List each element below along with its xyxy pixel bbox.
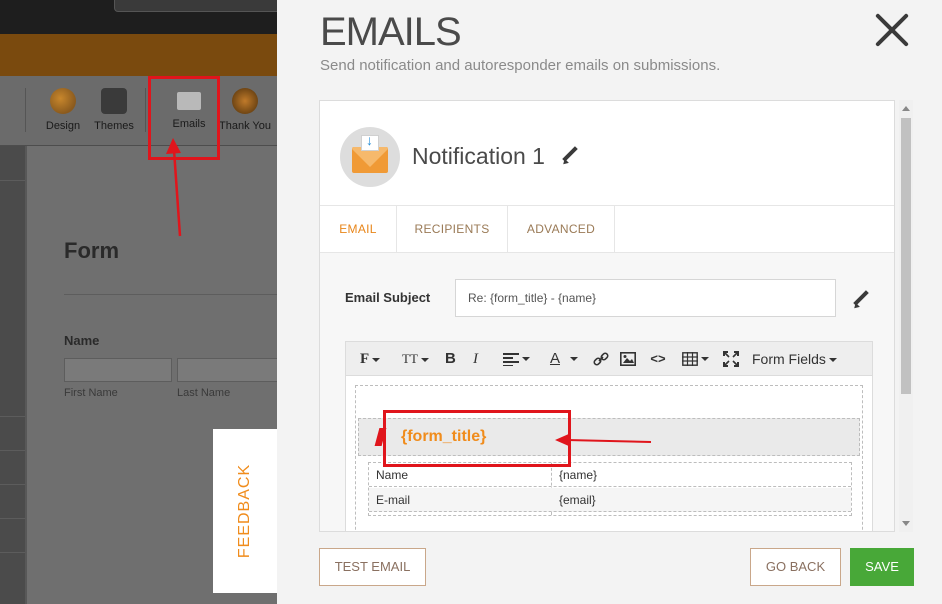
row-value: {name} [559, 468, 598, 482]
font-family-glyph: F [360, 351, 370, 367]
editor-toolbar: F TT B I A <> Form Fields [346, 342, 872, 376]
go-back-button[interactable]: GO BACK [750, 548, 841, 586]
builder-header-bar [0, 34, 277, 76]
modal-subtitle: Send notification and autoresponder emai… [320, 57, 721, 74]
italic-button[interactable]: I [473, 348, 478, 370]
chevron-down-icon [700, 357, 709, 362]
fullscreen-icon [723, 351, 739, 368]
notification-name: Notification 1 [412, 143, 545, 169]
name-field-label: Name [64, 333, 100, 348]
chevron-down-icon [372, 357, 381, 362]
font-size-glyph: TT [402, 351, 418, 366]
tab-recipients[interactable]: RECIPIENTS [397, 206, 508, 253]
font-size-button[interactable]: TT [402, 348, 429, 370]
form-fields-dropdown[interactable]: Form Fields [752, 348, 837, 370]
tab-advanced[interactable]: ADVANCED [508, 206, 615, 253]
chevron-down-icon [828, 358, 837, 363]
last-name-input[interactable] [177, 358, 277, 382]
table-icon [681, 352, 698, 367]
form-divider [64, 294, 277, 295]
toolbar-thank-you-label: Thank You [219, 120, 271, 132]
bold-button[interactable]: B [445, 348, 456, 370]
email-tabs: EMAIL RECIPIENTS ADVANCED [320, 206, 894, 253]
scrollbar-thumb[interactable] [901, 118, 911, 394]
toolbar-divider [145, 88, 146, 132]
builder-top-tab [114, 0, 277, 12]
email-subject-input[interactable] [455, 279, 836, 317]
form-fields-label: Form Fields [752, 351, 826, 367]
modal-title: EMAILS [320, 10, 462, 54]
align-left-icon [502, 353, 519, 367]
test-email-button[interactable]: TEST EMAIL [319, 548, 426, 586]
feedback-label: FEEDBACK [236, 463, 253, 559]
chevron-down-icon [420, 358, 429, 363]
builder-toolbar: Design Themes Emails Thank You [0, 76, 277, 146]
font-family-button[interactable]: F [360, 348, 381, 370]
first-name-sublabel: First Name [64, 387, 118, 399]
close-icon[interactable] [874, 12, 910, 48]
feedback-tab[interactable]: FEEDBACK [213, 429, 277, 593]
last-name-sublabel: Last Name [177, 387, 231, 399]
row-label: Name [376, 468, 409, 482]
email-fields-table: Name {name} E-mail {email} [368, 462, 852, 516]
link-icon [593, 352, 609, 366]
modal-scrollbar[interactable] [899, 100, 913, 532]
annotation-arrow-up [166, 138, 182, 237]
image-button[interactable] [619, 348, 637, 370]
thank-you-icon [232, 88, 258, 114]
code-icon: <> [650, 351, 666, 366]
email-settings: Email Subject F TT B I A [320, 253, 894, 531]
pencil-icon[interactable] [561, 147, 579, 165]
toolbar-design-label: Design [45, 120, 81, 132]
save-button[interactable]: SAVE [850, 548, 914, 586]
text-color-glyph: A [549, 350, 560, 367]
panel-divider [0, 552, 25, 553]
builder-top-bar [0, 0, 277, 34]
notification-card: ↓ Notification 1 EMAIL RECIPIENTS ADVANC… [319, 100, 895, 532]
code-button[interactable]: <> [648, 348, 668, 370]
form-title: Form [64, 238, 119, 263]
image-icon [620, 352, 636, 367]
row-value: {email} [559, 493, 596, 507]
panel-divider [0, 450, 25, 451]
builder-left-panel [0, 146, 25, 604]
tab-email[interactable]: EMAIL [320, 206, 397, 253]
toolbar-themes-button[interactable]: Themes [85, 88, 143, 132]
panel-divider [0, 416, 25, 417]
toolbar-design-button[interactable]: Design [34, 88, 92, 132]
panel-divider [0, 518, 25, 519]
fullscreen-button[interactable] [722, 348, 740, 370]
scroll-down-icon[interactable] [902, 521, 910, 526]
panel-divider [0, 484, 25, 485]
panel-divider [0, 180, 25, 181]
first-name-input[interactable] [64, 358, 172, 382]
text-color-button[interactable]: A [547, 348, 581, 370]
download-arrow-icon: ↓ [366, 132, 373, 148]
chevron-down-icon [521, 357, 530, 362]
subject-pencil-icon[interactable] [852, 291, 870, 309]
notification-header: ↓ Notification 1 [320, 101, 894, 206]
emails-modal: EMAILS Send notification and autorespond… [277, 0, 942, 604]
link-button[interactable] [592, 348, 610, 370]
table-button[interactable] [679, 348, 711, 370]
scroll-up-icon[interactable] [902, 106, 910, 111]
row-label: E-mail [376, 493, 411, 507]
toolbar-divider [25, 88, 26, 132]
table-row: E-mail {email} [369, 488, 851, 512]
annotation-arrow-left [555, 433, 652, 447]
paint-bucket-icon [101, 88, 127, 114]
form-title-highlight-box [383, 410, 571, 467]
toolbar-thank-you-button[interactable]: Thank You [216, 88, 274, 132]
toolbar-themes-label: Themes [94, 120, 134, 132]
palette-icon [50, 88, 76, 114]
chevron-down-icon [570, 357, 578, 362]
email-notification-icon: ↓ [340, 127, 400, 187]
align-button[interactable] [499, 348, 533, 370]
email-subject-label: Email Subject [345, 290, 431, 305]
